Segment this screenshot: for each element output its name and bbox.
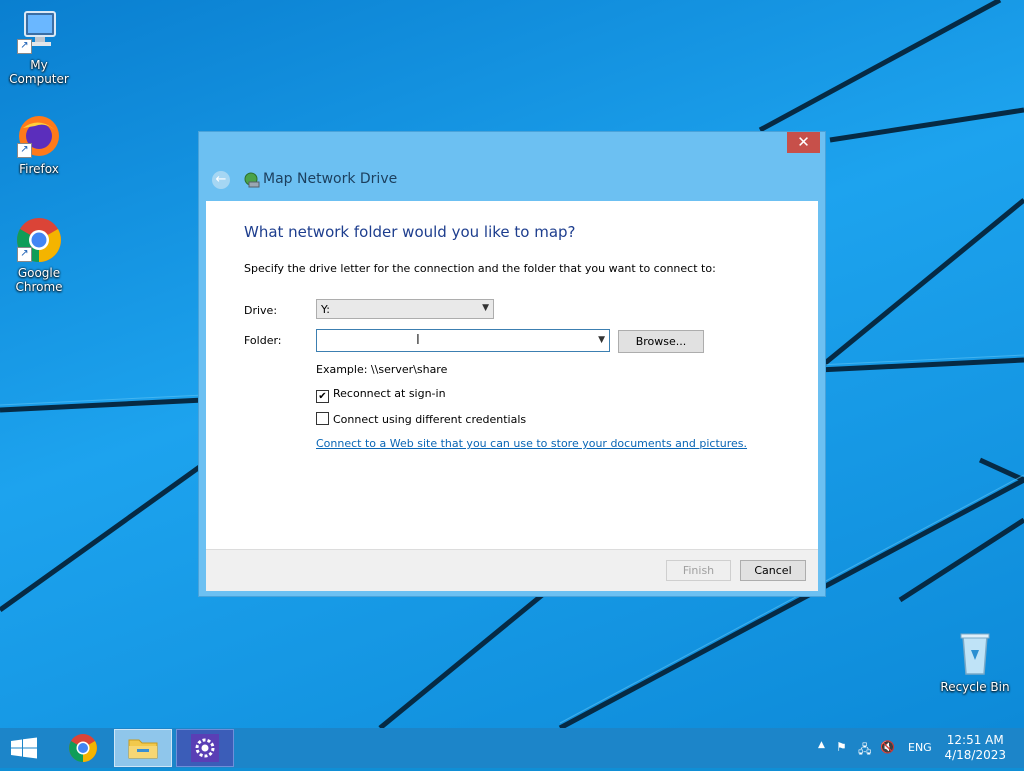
web-site-link-period: . [743,437,748,450]
folder-combobox[interactable]: ▼ [316,329,610,352]
computer-icon: ↗ [15,8,63,56]
clock[interactable]: 12:51 AM 4/18/2023 [944,733,1006,763]
chevron-down-icon[interactable]: ▼ [598,335,605,345]
system-tray: ▲ ⚑ 🖧 🔇 ENG 12:51 AM 4/18/2023 [814,728,1024,768]
map-network-drive-dialog: ✕ ← Map Network Drive What network folde… [198,131,826,597]
credentials-label: Connect using different credentials [333,413,527,426]
close-button[interactable]: ✕ [787,132,820,153]
desktop-icon-recycle-bin[interactable]: Recycle Bin [935,630,1015,694]
dialog-title: Map Network Drive [263,171,398,187]
credentials-checkbox[interactable] [316,412,329,425]
page-heading: What network folder would you like to ma… [244,223,576,241]
dialog-header: ← Map Network Drive [207,167,817,191]
web-site-link-text[interactable]: Connect to a Web site that you can use t… [316,437,744,450]
clock-date: 4/18/2023 [944,748,1006,762]
desktop-icon-label: Google Chrome [15,266,63,294]
instruction-text: Specify the drive letter for the connect… [244,262,716,275]
show-hidden-icons-icon[interactable]: ▲ [818,740,825,750]
desktop-icon-label: Recycle Bin [940,680,1010,694]
drive-select-value: Y: [321,303,330,316]
reconnect-checkbox[interactable]: ✔ [316,390,329,403]
dialog-content: What network folder would you like to ma… [206,201,818,549]
shortcut-arrow-icon: ↗ [17,39,32,54]
taskbar-app-chrome[interactable] [54,729,112,767]
desktop-icon-label: My Computer [9,58,69,86]
taskbar-app-file-explorer[interactable] [114,729,172,767]
network-drive-icon [244,172,260,188]
windows-logo-icon [11,737,37,759]
settings-icon [191,734,219,762]
taskbar-app-settings[interactable] [176,729,234,767]
volume-muted-icon[interactable]: 🔇 [880,740,895,754]
file-explorer-icon [128,739,158,759]
desktop-icon-my-computer[interactable]: ↗ My Computer [0,8,79,86]
folder-input[interactable] [320,331,594,352]
browse-button[interactable]: Browse... [618,330,704,353]
reconnect-row[interactable]: ✔ Reconnect at sign-in [316,387,446,403]
network-icon[interactable]: 🖧 [858,740,871,761]
drive-label: Drive: [244,304,278,317]
desktop-icon-google-chrome[interactable]: ↗ Google Chrome [0,216,79,294]
input-language-indicator[interactable]: ENG [908,741,932,754]
action-center-flag-icon[interactable]: ⚑ [836,740,847,754]
text-cursor-icon: I [416,333,420,348]
shortcut-arrow-icon: ↗ [17,247,32,262]
credentials-row[interactable]: Connect using different credentials [316,412,526,426]
desktop: ↗ My Computer ↗ Firefox ↗ Google Chrome … [0,0,1024,728]
desktop-icon-label: Firefox [19,162,59,176]
example-text: Example: \\server\share [316,363,448,376]
clock-time: 12:51 AM [946,733,1004,747]
chrome-icon: ↗ [15,216,63,264]
chrome-icon [69,734,97,762]
folder-label: Folder: [244,334,282,347]
back-arrow-icon[interactable]: ← [212,171,230,189]
firefox-icon: ↗ [15,112,63,160]
start-button[interactable] [0,728,48,768]
desktop-icon-firefox[interactable]: ↗ Firefox [0,112,79,176]
chevron-down-icon: ▼ [482,303,489,313]
recycle-bin-icon [951,630,999,678]
drive-select[interactable]: Y: ▼ [316,299,494,319]
cancel-button[interactable]: Cancel [740,560,806,581]
finish-button[interactable]: Finish [666,560,731,581]
web-site-link[interactable]: Connect to a Web site that you can use t… [316,437,747,450]
taskbar: ▲ ⚑ 🖧 🔇 ENG 12:51 AM 4/18/2023 [0,728,1024,768]
shortcut-arrow-icon: ↗ [17,143,32,158]
dialog-footer: Finish Cancel [206,549,818,591]
reconnect-label: Reconnect at sign-in [333,387,446,400]
